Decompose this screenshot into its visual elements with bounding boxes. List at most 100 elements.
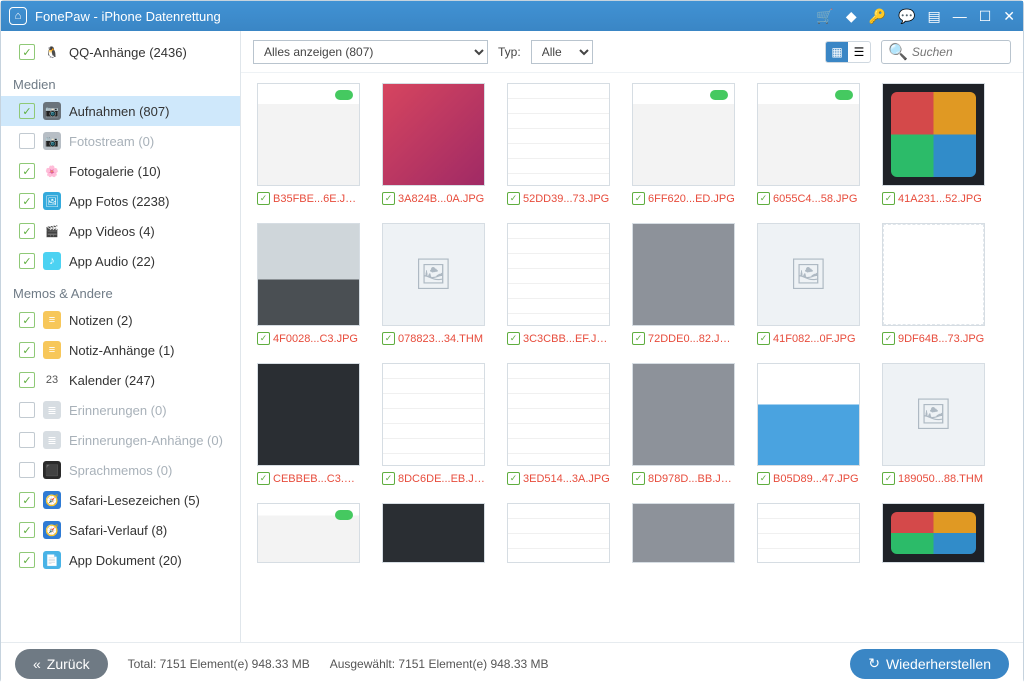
checkbox-icon[interactable]: ✓ — [257, 192, 270, 205]
sidebar-item[interactable]: ✓♪App Audio (22) — [1, 246, 240, 276]
checkbox-icon[interactable]: ✓ — [882, 332, 895, 345]
checkbox-icon[interactable]: ✓ — [19, 402, 35, 418]
thumbnail-image[interactable] — [757, 83, 860, 186]
thumbnail-cell[interactable]: ✓3ED514...3A.JPG — [507, 363, 610, 485]
menu-icon[interactable]: ▤ — [927, 9, 940, 23]
checkbox-icon[interactable]: ✓ — [507, 472, 520, 485]
back-button[interactable]: « Zurück — [15, 649, 108, 679]
checkbox-icon[interactable]: ✓ — [507, 192, 520, 205]
thumbnail-cell[interactable]: ✓6FF620...ED.JPG — [632, 83, 735, 205]
checkbox-icon[interactable]: ✓ — [19, 432, 35, 448]
thumbnail-image[interactable] — [757, 363, 860, 466]
thumbnail-image[interactable] — [632, 83, 735, 186]
checkbox-icon[interactable]: ✓ — [257, 472, 270, 485]
sidebar-item[interactable]: ✓🖼App Fotos (2238) — [1, 186, 240, 216]
thumbnail-cell[interactable] — [507, 503, 610, 563]
thumbnail-cell[interactable]: ✓52DD39...73.JPG — [507, 83, 610, 205]
thumbnail-cell[interactable] — [632, 503, 735, 563]
diamond-icon[interactable]: ◆ — [846, 9, 857, 23]
sidebar-item[interactable]: ✓📷Fotostream (0) — [1, 126, 240, 156]
thumbnail-cell[interactable]: ✓6055C4...58.JPG — [757, 83, 860, 205]
checkbox-icon[interactable]: ✓ — [632, 472, 645, 485]
thumbnail-cell[interactable]: ✓CEBBEB...C3.JPG — [257, 363, 360, 485]
checkbox-icon[interactable]: ✓ — [19, 372, 35, 388]
checkbox-icon[interactable]: ✓ — [632, 332, 645, 345]
recover-button[interactable]: ↻ Wiederherstellen — [850, 649, 1009, 679]
checkbox-icon[interactable]: ✓ — [382, 472, 395, 485]
thumbnail-image[interactable] — [632, 223, 735, 326]
checkbox-icon[interactable]: ✓ — [19, 552, 35, 568]
type-select[interactable]: Alle — [531, 40, 593, 64]
thumbnail-image[interactable] — [882, 223, 985, 326]
maximize-icon[interactable]: ☐ — [979, 9, 992, 23]
thumbnail-cell[interactable]: ✓3C3CBB...EF.JPG — [507, 223, 610, 345]
thumbnail-image[interactable]: 🖼 — [382, 223, 485, 326]
checkbox-icon[interactable]: ✓ — [19, 223, 35, 239]
thumbnail-cell[interactable]: ✓41A231...52.JPG — [882, 83, 985, 205]
thumbnail-image[interactable] — [257, 503, 360, 563]
grid-view-icon[interactable]: ▦ — [826, 42, 848, 62]
thumbnail-image[interactable]: 🖼 — [757, 223, 860, 326]
sidebar-item[interactable]: ✓🧭Safari-Lesezeichen (5) — [1, 485, 240, 515]
thumbnail-image[interactable] — [507, 363, 610, 466]
sidebar-item[interactable]: ✓≣Erinnerungen-Anhänge (0) — [1, 425, 240, 455]
sidebar-item[interactable]: ✓📷Aufnahmen (807) — [1, 96, 240, 126]
thumbnail-cell[interactable]: ✓72DDE0...82.JPG — [632, 223, 735, 345]
checkbox-icon[interactable]: ✓ — [19, 103, 35, 119]
checkbox-icon[interactable]: ✓ — [19, 462, 35, 478]
thumbnail-image[interactable] — [257, 363, 360, 466]
checkbox-icon[interactable]: ✓ — [882, 192, 895, 205]
checkbox-icon[interactable]: ✓ — [19, 312, 35, 328]
checkbox-icon[interactable]: ✓ — [19, 44, 35, 60]
checkbox-icon[interactable]: ✓ — [257, 332, 270, 345]
sidebar-item[interactable]: ✓📄App Dokument (20) — [1, 545, 240, 575]
thumbnail-image[interactable] — [257, 223, 360, 326]
thumbnail-cell[interactable]: ✓8D978D...BB.JPG — [632, 363, 735, 485]
thumbnail-image[interactable] — [632, 363, 735, 466]
chat-icon[interactable]: 💬 — [898, 9, 915, 23]
thumbnail-cell[interactable] — [257, 503, 360, 563]
thumbnail-image[interactable] — [507, 503, 610, 563]
thumbnail-cell[interactable] — [757, 503, 860, 563]
thumbnail-image[interactable] — [757, 503, 860, 563]
checkbox-icon[interactable]: ✓ — [632, 192, 645, 205]
sidebar-item[interactable]: ✓🐧QQ-Anhänge (2436) — [1, 37, 240, 67]
thumbnail-cell[interactable]: ✓B35FBE...6E.JPG — [257, 83, 360, 205]
search-input[interactable] — [912, 45, 1004, 59]
thumbnail-cell[interactable] — [882, 503, 985, 563]
sidebar-item[interactable]: ✓🎬App Videos (4) — [1, 216, 240, 246]
thumbnail-image[interactable]: 🖼 — [882, 363, 985, 466]
checkbox-icon[interactable]: ✓ — [19, 133, 35, 149]
cart-icon[interactable]: 🛒 — [816, 9, 833, 23]
checkbox-icon[interactable]: ✓ — [19, 163, 35, 179]
sidebar-item[interactable]: ✓≣Erinnerungen (0) — [1, 395, 240, 425]
sidebar-item[interactable]: ✓≡Notizen (2) — [1, 305, 240, 335]
checkbox-icon[interactable]: ✓ — [757, 332, 770, 345]
checkbox-icon[interactable]: ✓ — [19, 253, 35, 269]
list-view-icon[interactable]: ☰ — [848, 42, 870, 62]
checkbox-icon[interactable]: ✓ — [19, 342, 35, 358]
key-icon[interactable]: 🔑 — [869, 9, 886, 23]
thumbnail-image[interactable] — [507, 223, 610, 326]
thumbnail-image[interactable] — [257, 83, 360, 186]
checkbox-icon[interactable]: ✓ — [382, 192, 395, 205]
thumbnail-image[interactable] — [882, 83, 985, 186]
filter-select[interactable]: Alles anzeigen (807) — [253, 40, 488, 64]
thumbnail-image[interactable] — [382, 363, 485, 466]
thumbnail-cell[interactable]: ✓9DF64B...73.JPG — [882, 223, 985, 345]
thumbnail-cell[interactable]: ✓3A824B...0A.JPG — [382, 83, 485, 205]
sidebar-item[interactable]: ✓23Kalender (247) — [1, 365, 240, 395]
checkbox-icon[interactable]: ✓ — [757, 472, 770, 485]
thumbnail-image[interactable] — [882, 503, 985, 563]
thumbnail-image[interactable] — [632, 503, 735, 563]
search-box[interactable]: 🔍 — [881, 40, 1011, 64]
thumbnail-cell[interactable] — [382, 503, 485, 563]
close-icon[interactable]: ✕ — [1003, 9, 1015, 23]
checkbox-icon[interactable]: ✓ — [19, 492, 35, 508]
thumbnail-cell[interactable]: ✓B05D89...47.JPG — [757, 363, 860, 485]
checkbox-icon[interactable]: ✓ — [19, 522, 35, 538]
checkbox-icon[interactable]: ✓ — [19, 193, 35, 209]
checkbox-icon[interactable]: ✓ — [757, 192, 770, 205]
thumbnail-cell[interactable]: 🖼✓078823...34.THM — [382, 223, 485, 345]
checkbox-icon[interactable]: ✓ — [882, 472, 895, 485]
